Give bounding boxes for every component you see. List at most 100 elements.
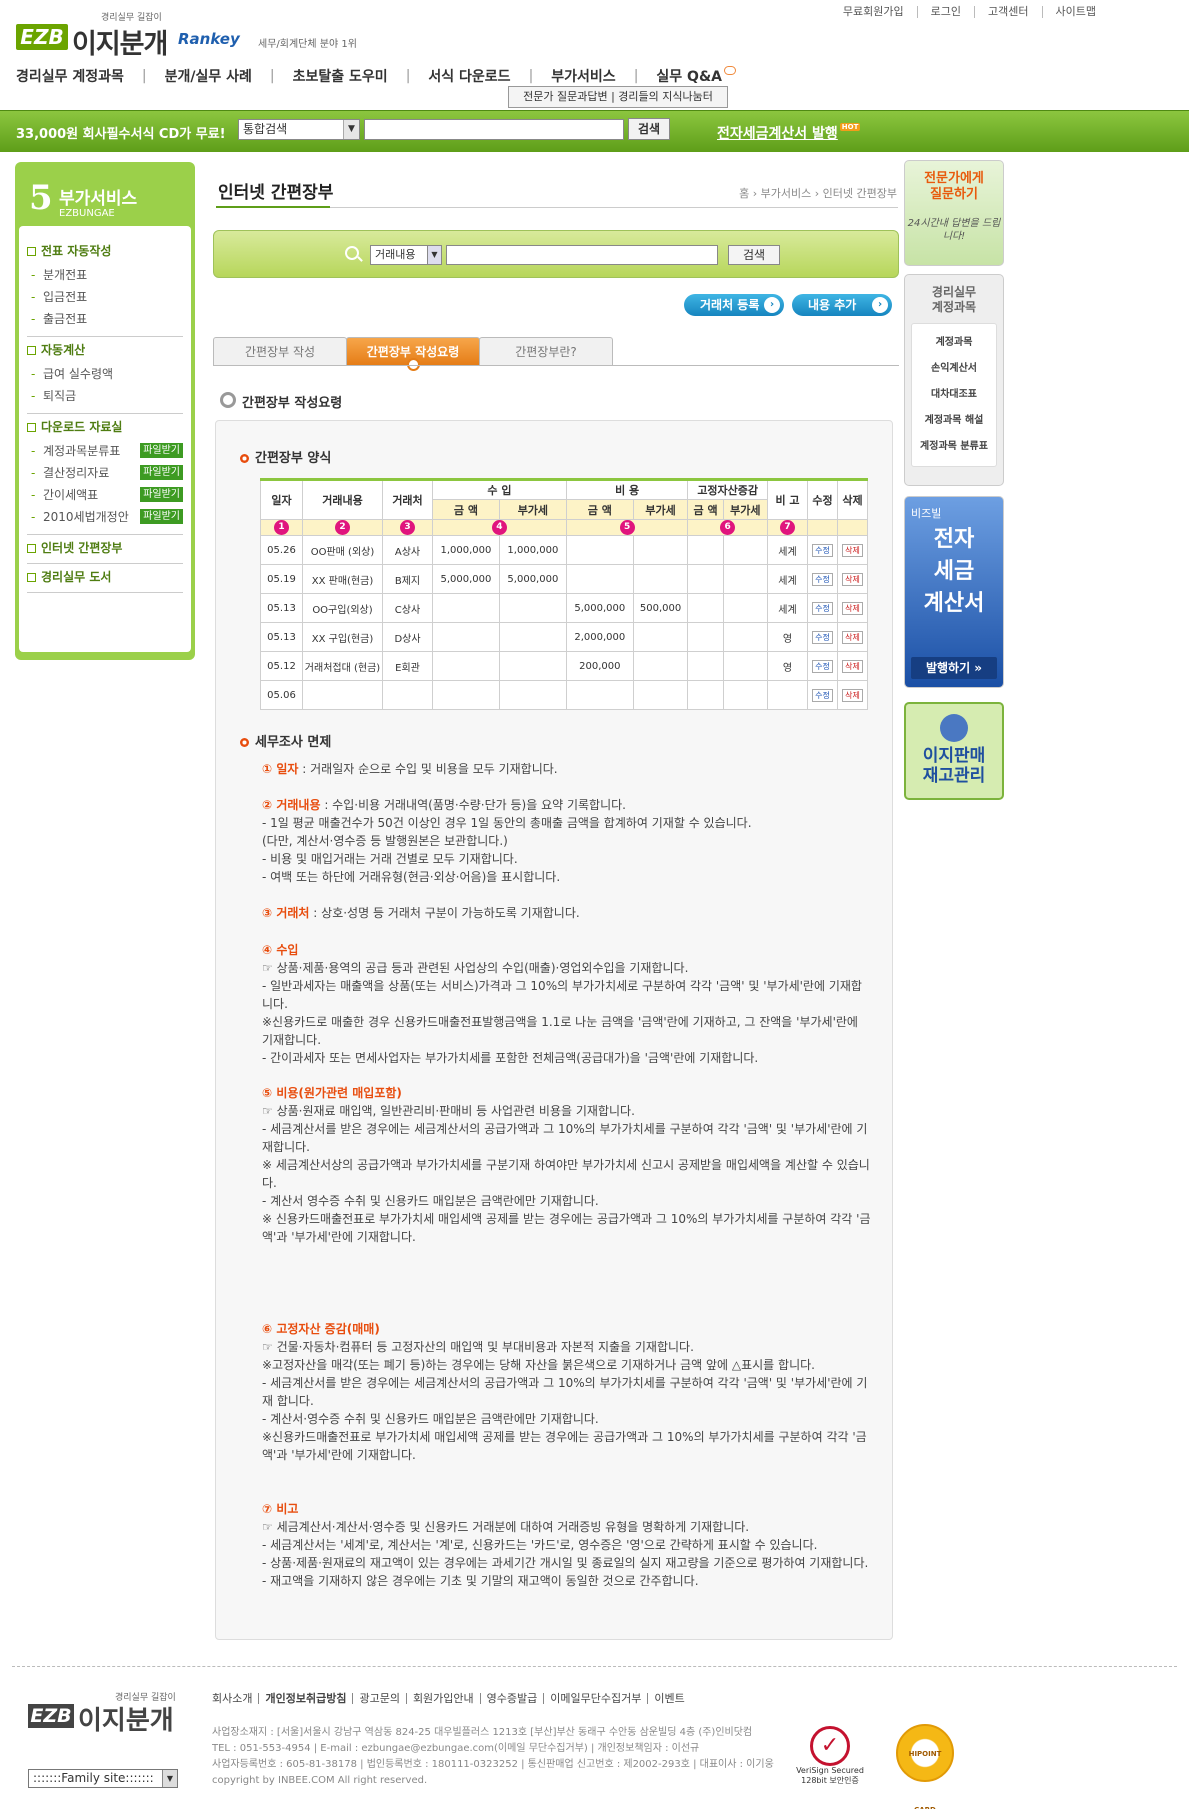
tab-bar: 간편장부 작성 간편장부 작성요령 간편장부란? bbox=[213, 337, 613, 371]
sitemap-link[interactable]: 사이트맵 bbox=[1041, 6, 1109, 18]
nav-qna[interactable]: 실무 Q&A bbox=[656, 66, 736, 86]
col-vat: 부가세 bbox=[632, 499, 689, 520]
delete-button[interactable]: 삭제 bbox=[842, 601, 863, 615]
logo-name[interactable]: 이지분개 bbox=[72, 22, 168, 61]
qna-submenu[interactable]: 전문가 질문과답변 | 경리들의 지식나눔터 bbox=[508, 86, 728, 108]
table-row: 05.19 XX 판매(현금) B제지 5,000,000 5,000,000 세계 … bbox=[260, 564, 868, 594]
nav-cases[interactable]: 분개/실무 사례 bbox=[165, 66, 252, 86]
checkmark-icon: ✓ bbox=[810, 1726, 850, 1766]
footer-link[interactable]: 광고문의 bbox=[352, 1693, 405, 1704]
search-scope-select[interactable]: 통합검색 ▼ bbox=[238, 119, 360, 140]
table-row: 05.26 OO판매 (외상) A상사 1,000,000 1,000,000 세계 … bbox=[260, 535, 868, 565]
quicklink-account-guide[interactable]: 계정과목 해설 bbox=[912, 408, 996, 434]
nav-group-title[interactable]: 다운로드 자료실 bbox=[27, 418, 183, 436]
table-row: 05.13 XX 구입(현금) D상사 2,000,000 영 수정 삭제 bbox=[260, 622, 868, 652]
edit-button[interactable]: 수정 bbox=[812, 572, 833, 586]
register-partner-button[interactable]: 거래처 등록 › bbox=[684, 294, 784, 316]
inventory-banner[interactable]: 이지판매 재고관리 bbox=[904, 702, 1004, 800]
sidebar-item[interactable]: 퇴직금 bbox=[31, 385, 183, 407]
sidebar-item[interactable]: 결산정리자료파일받기 bbox=[31, 462, 183, 484]
delete-button[interactable]: 삭제 bbox=[842, 572, 863, 586]
ledger-search-button[interactable]: 검색 bbox=[728, 245, 780, 265]
etax-link[interactable]: 전자세금계산서 발행 HOT bbox=[717, 123, 861, 143]
edit-button[interactable]: 수정 bbox=[812, 601, 833, 615]
sidebar-item[interactable]: 계정과목분류표파일받기 bbox=[31, 440, 183, 462]
cd-promo[interactable]: 33,000원 회사필수서식 CD가 무료! bbox=[16, 123, 226, 142]
download-button[interactable]: 파일받기 bbox=[140, 487, 183, 502]
footer-links: 회사소개 개인정보취급방침 광고문의 회원가입안내 영수증발급 이메일무단수집거… bbox=[212, 1693, 691, 1704]
guide-item-note: ⑦ 비고 ☞ 세금계산서·계산서·영수증 및 신용카드 거래분에 대하여 거래증… bbox=[262, 1502, 869, 1588]
add-content-button[interactable]: 내용 추가 › bbox=[792, 294, 892, 316]
edit-button[interactable]: 수정 bbox=[812, 688, 833, 702]
nav-beginner[interactable]: 초보탈출 도우미 bbox=[293, 66, 388, 86]
sidebar-item[interactable]: 입금전표 bbox=[31, 286, 183, 308]
footer-link[interactable]: 개인정보취급방침 bbox=[258, 1693, 352, 1704]
col-asset: 고정자산증감 bbox=[687, 478, 768, 500]
hot-badge: HOT bbox=[839, 123, 861, 131]
nav-group-download: 다운로드 자료실 계정과목분류표파일받기 결산정리자료파일받기 간이세액표파일받… bbox=[27, 414, 183, 535]
col-expense: 비 용 bbox=[565, 478, 689, 500]
sidebar-item[interactable]: 분개전표 bbox=[31, 264, 183, 286]
chevron-right-icon: › bbox=[764, 297, 780, 313]
download-button[interactable]: 파일받기 bbox=[140, 443, 183, 458]
tab-write[interactable]: 간편장부 작성 bbox=[213, 337, 347, 365]
footer-logo-name: 이지분개 bbox=[78, 1706, 174, 1736]
chevron-down-icon: ▼ bbox=[162, 1770, 177, 1787]
quicklink-income-statement[interactable]: 손익계산서 bbox=[912, 356, 996, 382]
etax-banner[interactable]: 비즈빌 전자 세금 계산서 발행하기 » bbox=[904, 496, 1004, 688]
edit-button[interactable]: 수정 bbox=[812, 543, 833, 557]
divider bbox=[213, 365, 899, 366]
global-search-input[interactable] bbox=[364, 119, 624, 140]
side-nav: 5 부가서비스 EZBUNGAE 전표 자동작성 분개전표 입금전표 출금전표 … bbox=[15, 162, 195, 660]
footer-link[interactable]: 이메일무단수집거부 bbox=[543, 1693, 647, 1704]
hipoint-badge[interactable]: HIPOINT CARD bbox=[896, 1724, 954, 1809]
footer-link[interactable]: 이벤트 bbox=[647, 1693, 690, 1704]
nav-group-title[interactable]: 전표 자동작성 bbox=[27, 242, 183, 260]
nav-services[interactable]: 부가서비스 bbox=[551, 66, 615, 86]
nav-forms[interactable]: 서식 다운로드 bbox=[428, 66, 510, 86]
delete-button[interactable]: 삭제 bbox=[842, 630, 863, 644]
col-income: 수 입 bbox=[432, 478, 567, 500]
login-link[interactable]: 로그인 bbox=[916, 6, 974, 18]
quicklink-account-table[interactable]: 계정과목 분류표 bbox=[912, 434, 996, 460]
download-button[interactable]: 파일받기 bbox=[140, 509, 183, 524]
edit-button[interactable]: 수정 bbox=[812, 659, 833, 673]
sidebar-item[interactable]: 간이세액표파일받기 bbox=[31, 484, 183, 506]
delete-button[interactable]: 삭제 bbox=[842, 543, 863, 557]
support-link[interactable]: 고객센터 bbox=[974, 6, 1041, 18]
quicklink-accounts[interactable]: 계정과목 bbox=[912, 330, 996, 356]
ask-expert-banner[interactable]: 전문가에게 질문하기 24시간내 답변을 드립니다! bbox=[904, 160, 1004, 266]
sidebar-item[interactable]: 2010세법개정안파일받기 bbox=[31, 506, 183, 528]
ledger-search-input[interactable] bbox=[446, 245, 718, 265]
nav-group-title[interactable]: 자동계산 bbox=[27, 341, 183, 359]
col-delete: 삭제 bbox=[837, 478, 868, 520]
breadcrumb[interactable]: 홈 › 부가서비스 › 인터넷 간편장부 bbox=[739, 185, 897, 201]
table-row: 05.12 거래처접대 (현금) E회관 200,000 영 수정 삭제 bbox=[260, 651, 868, 681]
nav-accounts[interactable]: 경리실무 계정과목 bbox=[16, 66, 124, 86]
nav-group-title[interactable]: 경리실무 도서 bbox=[27, 568, 183, 586]
tab-about[interactable]: 간편장부란? bbox=[479, 337, 613, 365]
tab-guide[interactable]: 간편장부 작성요령 bbox=[346, 337, 480, 371]
rankey-note: 세무/회계단체 분야 1위 bbox=[258, 39, 357, 50]
rankey-logo[interactable]: Rankey bbox=[178, 30, 240, 48]
sidebar-item[interactable]: 급여 실수령액 bbox=[31, 363, 183, 385]
footer-link[interactable]: 영수증발급 bbox=[479, 1693, 544, 1704]
footer-link[interactable]: 회원가입안내 bbox=[405, 1693, 480, 1704]
verisign-badge[interactable]: ✓ VeriSign Secured 128bit 보안인증 bbox=[790, 1726, 870, 1785]
edit-button[interactable]: 수정 bbox=[812, 630, 833, 644]
signup-link[interactable]: 무료회원가입 bbox=[830, 6, 917, 18]
ledger-search-select[interactable]: 거래내용 ▼ bbox=[370, 245, 442, 265]
guide-heading: 세무조사 면제 bbox=[240, 731, 331, 750]
footer-link[interactable]: 회사소개 bbox=[212, 1693, 258, 1704]
logo-mark[interactable]: EZB bbox=[16, 24, 68, 50]
global-search-button[interactable]: 검색 bbox=[628, 118, 670, 140]
download-button[interactable]: 파일받기 bbox=[140, 465, 183, 480]
family-site-select[interactable]: :::::::Family site::::::: ▼ bbox=[28, 1769, 178, 1788]
main-nav: 경리실무 계정과목 | 분개/실무 사례 | 초보탈출 도우미 | 서식 다운로드 | … bbox=[16, 66, 736, 86]
sidebar-item[interactable]: 출금전표 bbox=[31, 308, 183, 330]
quicklink-balance-sheet[interactable]: 대차대조표 bbox=[912, 382, 996, 408]
issue-button[interactable]: 발행하기 » bbox=[911, 657, 997, 679]
delete-button[interactable]: 삭제 bbox=[842, 688, 863, 702]
nav-group-title[interactable]: 인터넷 간편장부 bbox=[27, 539, 183, 557]
delete-button[interactable]: 삭제 bbox=[842, 659, 863, 673]
